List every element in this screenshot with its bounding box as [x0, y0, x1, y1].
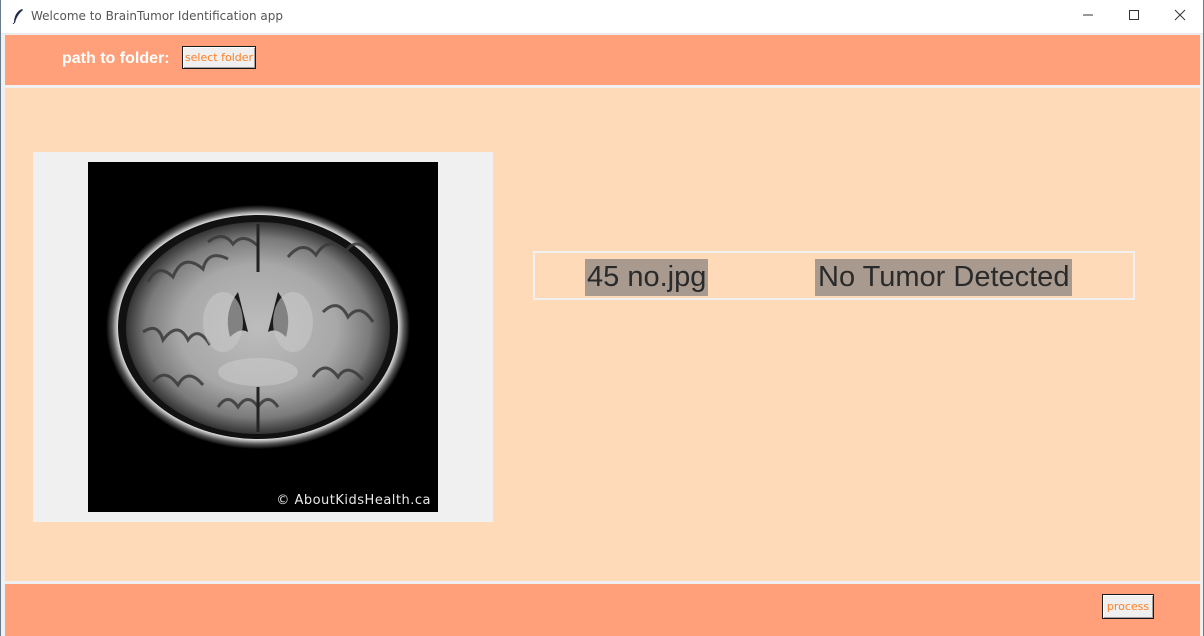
bottom-toolbar: process [5, 584, 1200, 636]
prediction-label: No Tumor Detected [815, 259, 1073, 296]
maximize-button[interactable] [1111, 0, 1157, 33]
select-folder-button[interactable]: select folder [182, 46, 256, 69]
feather-icon [11, 8, 25, 25]
app-window: Welcome to BrainTumor Identification app… [0, 0, 1204, 636]
result-box: 45 no.jpg No Tumor Detected [533, 251, 1135, 300]
minimize-icon [1082, 8, 1094, 26]
process-button[interactable]: process [1102, 594, 1154, 619]
image-watermark: © AboutKidsHealth.ca [276, 493, 431, 508]
path-label: path to folder: [62, 50, 170, 67]
main-panel: © AboutKidsHealth.ca 45 no.jpg No Tumor … [5, 88, 1200, 581]
close-icon [1174, 8, 1186, 26]
close-button[interactable] [1157, 0, 1203, 33]
window-title: Welcome to BrainTumor Identification app [31, 9, 283, 23]
top-toolbar: path to folder: select folder [5, 35, 1200, 85]
filename-label: 45 no.jpg [585, 259, 709, 296]
image-frame: © AboutKidsHealth.ca [33, 152, 493, 522]
minimize-button[interactable] [1065, 0, 1111, 33]
title-bar[interactable]: Welcome to BrainTumor Identification app [1, 0, 1203, 34]
brain-mri-image: © AboutKidsHealth.ca [88, 162, 438, 512]
maximize-icon [1128, 8, 1140, 26]
